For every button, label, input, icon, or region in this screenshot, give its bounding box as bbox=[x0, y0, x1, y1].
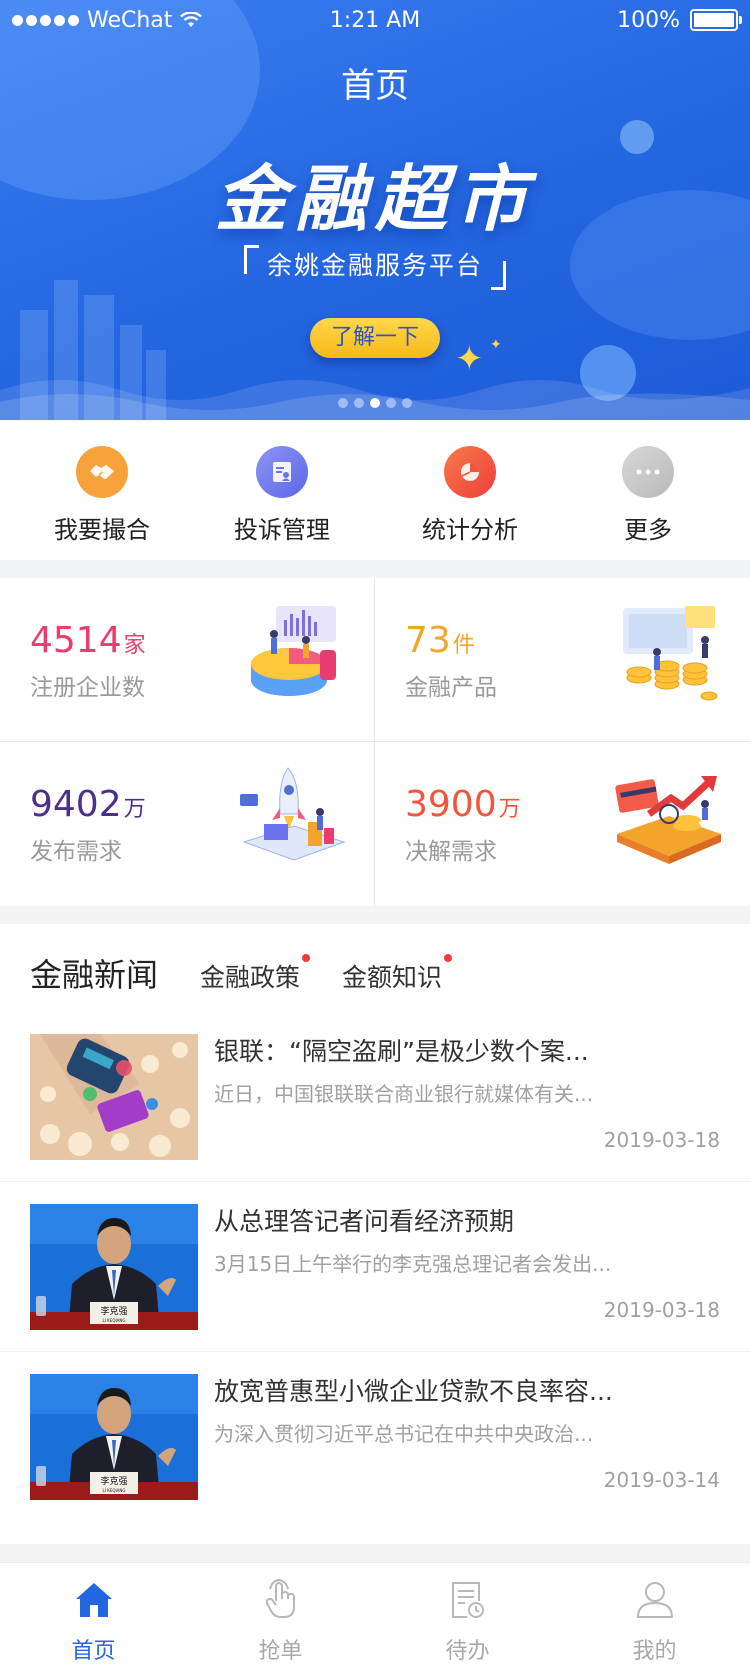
tab-financial-news[interactable]: 金融新闻 bbox=[30, 950, 158, 996]
news-thumbnail: 李克强 LI KEQIANG bbox=[30, 1374, 198, 1500]
pager-dot[interactable] bbox=[402, 398, 412, 408]
battery-percent: 100% bbox=[617, 7, 680, 33]
news-title: 银联：“隔空盗刷”是极少数个案... bbox=[214, 1037, 589, 1066]
stat-value: 73件 bbox=[405, 620, 475, 661]
tab-label: 待办 bbox=[445, 1639, 490, 1664]
stat-label: 决解需求 bbox=[405, 839, 497, 865]
nameplate-text-en: LI KEQIANG bbox=[103, 1318, 126, 1323]
growth-illustration-icon bbox=[615, 776, 721, 864]
news-summary: 3月15日上午举行的李克强总理记者会发出... bbox=[214, 1252, 612, 1276]
stat-value: 4514家 bbox=[30, 620, 146, 661]
tab-label: 金融政策 bbox=[200, 963, 301, 992]
news-item[interactable]: 李克强 LI KEQIANG 放宽普惠型小微企业贷款不良率容... 为深入贯彻习… bbox=[0, 1342, 750, 1522]
tab-home[interactable]: 首页 bbox=[0, 1577, 187, 1665]
news-section: 金融新闻 金融政策 金额知识 银联：“隔空盗刷”是极少数个案... 近日，中国银… bbox=[0, 924, 750, 1544]
pager-dot[interactable] bbox=[338, 398, 348, 408]
home-icon bbox=[75, 1583, 112, 1617]
banner-pager[interactable] bbox=[0, 398, 750, 408]
more-icon bbox=[622, 446, 674, 498]
user-icon bbox=[636, 1582, 673, 1618]
news-thumbnail bbox=[30, 1034, 198, 1160]
bottom-tab-bar: 首页 抢单 待办 我的 bbox=[0, 1562, 750, 1667]
banner-title: 金融超市 bbox=[214, 157, 535, 241]
tab-financial-policy[interactable]: 金融政策 bbox=[200, 954, 311, 996]
tab-todo[interactable]: 待办 bbox=[374, 1577, 561, 1665]
tap-hand-icon bbox=[265, 1578, 295, 1618]
news-summary: 为深入贯彻习近平总书记在中共中央政治... bbox=[214, 1422, 594, 1446]
sparkle-icon: ✦ bbox=[455, 339, 484, 379]
quick-item-label: 我要撮合 bbox=[54, 516, 150, 544]
stat-value: 3900万 bbox=[405, 784, 521, 825]
nameplate-text-en: LI KEQIANG bbox=[103, 1488, 126, 1493]
news-tabs: 金融新闻 金融政策 金额知识 bbox=[30, 950, 453, 996]
banner-subtitle-wrap: 余姚金融服务平台 bbox=[0, 244, 750, 290]
news-summary: 近日，中国银联联合商业银行就媒体有关... bbox=[214, 1082, 594, 1106]
news-thumbnail: 李克强 LI KEQIANG bbox=[30, 1204, 198, 1330]
pager-dot[interactable] bbox=[386, 398, 396, 408]
stat-label: 发布需求 bbox=[30, 839, 122, 865]
tab-label: 我的 bbox=[632, 1639, 677, 1664]
quick-item-more[interactable]: 更多 bbox=[558, 446, 738, 545]
status-bar: WeChat 1:21 AM 100% bbox=[0, 0, 750, 40]
bracket-left-icon bbox=[243, 244, 259, 274]
news-item[interactable]: 银联：“隔空盗刷”是极少数个案... 近日，中国银联联合商业银行就媒体有关...… bbox=[0, 1002, 750, 1182]
tab-financial-knowledge[interactable]: 金额知识 bbox=[342, 954, 453, 996]
stat-registered-companies[interactable]: 4514家 注册企业数 bbox=[0, 578, 374, 741]
tab-grab-order[interactable]: 抢单 bbox=[187, 1577, 374, 1665]
tab-label: 金额知识 bbox=[342, 963, 443, 992]
news-title: 放宽普惠型小微企业贷款不良率容... bbox=[214, 1377, 613, 1406]
quick-menu: 我要撮合 投诉管理 统计分析 更多 bbox=[0, 420, 750, 560]
tab-label: 首页 bbox=[71, 1639, 116, 1664]
quick-item-match[interactable]: 我要撮合 bbox=[12, 446, 192, 545]
pager-dot-active[interactable] bbox=[370, 398, 380, 408]
stat-published-demand[interactable]: 9402万 发布需求 bbox=[0, 742, 374, 905]
nameplate-text: 李克强 bbox=[100, 1305, 127, 1317]
nameplate-text: 李克强 bbox=[100, 1475, 127, 1487]
handshake-icon bbox=[76, 446, 128, 498]
quick-item-complaint[interactable]: 投诉管理 bbox=[192, 446, 372, 545]
news-title: 从总理答记者问看经济预期 bbox=[214, 1207, 515, 1236]
stat-financial-products[interactable]: 73件 金融产品 bbox=[375, 578, 749, 741]
wave-decor bbox=[0, 380, 750, 420]
banner[interactable]: WeChat 1:21 AM 100% 首页 金融超市 余姚金融服务平台 了解一… bbox=[0, 0, 750, 420]
pie-chart-illustration-icon bbox=[251, 606, 336, 696]
tab-label: 抢单 bbox=[258, 1639, 303, 1664]
stat-label: 金融产品 bbox=[405, 675, 497, 701]
page-title: 首页 bbox=[341, 66, 409, 106]
quick-item-label: 更多 bbox=[624, 516, 672, 544]
coins-illustration-icon bbox=[623, 606, 718, 701]
bracket-right-icon bbox=[491, 260, 506, 290]
news-date: 2019-03-18 bbox=[603, 1128, 720, 1152]
rocket-illustration-icon bbox=[240, 767, 346, 861]
stat-resolved-demand[interactable]: 3900万 决解需求 bbox=[375, 742, 749, 905]
quick-item-statistics[interactable]: 统计分析 bbox=[380, 446, 560, 545]
quick-item-label: 投诉管理 bbox=[234, 516, 330, 544]
battery-icon bbox=[690, 9, 742, 31]
stat-value: 9402万 bbox=[30, 784, 146, 825]
unread-dot-icon bbox=[444, 954, 453, 962]
quick-item-label: 统计分析 bbox=[422, 516, 518, 544]
banner-subtitle: 余姚金融服务平台 bbox=[266, 251, 483, 280]
pie-chart-icon bbox=[444, 446, 496, 498]
unread-dot-icon bbox=[302, 954, 311, 962]
complaint-icon bbox=[256, 446, 308, 498]
learn-more-button[interactable]: 了解一下 bbox=[310, 318, 440, 358]
news-date: 2019-03-18 bbox=[603, 1298, 720, 1322]
stat-label: 注册企业数 bbox=[30, 675, 145, 701]
pager-dot[interactable] bbox=[354, 398, 364, 408]
todo-doc-icon bbox=[451, 1582, 484, 1618]
news-item[interactable]: 李克强 LI KEQIANG 从总理答记者问看经济预期 3月15日上午举行的李克… bbox=[0, 1172, 750, 1352]
tab-mine[interactable]: 我的 bbox=[561, 1577, 748, 1665]
news-date: 2019-03-14 bbox=[603, 1468, 720, 1492]
stats-panel: 4514家 注册企业数 73件 金融产品 9402万 发布需求 3900万 决解… bbox=[0, 578, 750, 906]
sparkle-icon: ✦ bbox=[490, 337, 502, 353]
